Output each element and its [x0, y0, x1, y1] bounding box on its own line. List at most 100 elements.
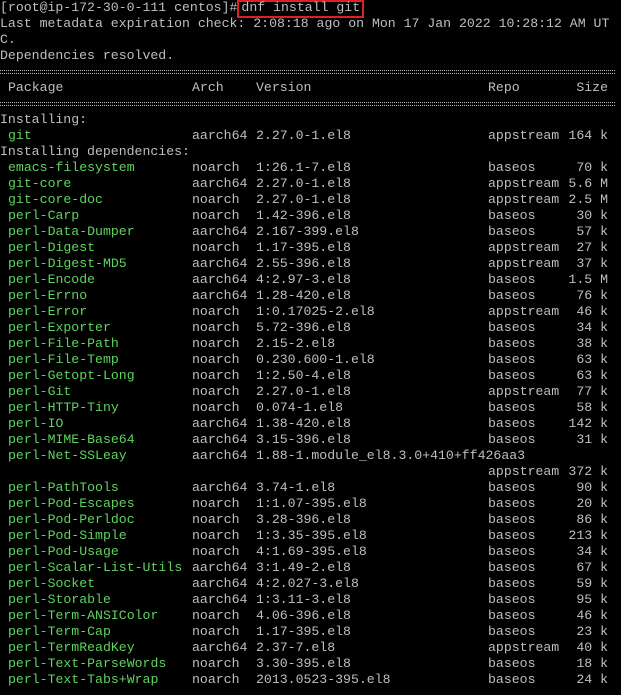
package-size: 70 k — [576, 160, 608, 175]
package-version: 2.27.0-1.el8 — [256, 128, 351, 143]
package-name: perl-Net-SSLeay — [8, 448, 127, 463]
package-repo: baseos — [488, 336, 536, 351]
metadata-line-wrap: C. — [0, 32, 16, 47]
package-arch: noarch — [192, 512, 240, 527]
table-row: perl-File-Path noarch 2.15-2.el8 baseos 38 k — [0, 336, 621, 352]
package-repo: baseos — [488, 416, 536, 431]
package-size: 40 k — [576, 640, 608, 655]
package-name: perl-Git — [8, 384, 72, 399]
package-arch: aarch64 — [192, 640, 248, 655]
table-row: perl-Encode aarch64 4:2.97-3.el8 baseos 1.5 … — [0, 272, 621, 288]
table-row: perl-Data-Dumper aarch64 2.167-399.el8 base… — [0, 224, 621, 240]
package-repo: baseos — [488, 512, 536, 527]
package-repo: appstream — [488, 128, 560, 143]
terminal-window[interactable]: [root@ip-172-30-0-111 centos]# dnf instal… — [0, 0, 621, 695]
package-version: 4:1.69-395.el8 — [256, 544, 367, 559]
package-version: 4:2.027-3.el8 — [256, 576, 359, 591]
package-version: 2.27.0-1.el8 — [256, 384, 351, 399]
package-name: perl-Carp — [8, 208, 80, 223]
package-version: 0.074-1.el8 — [256, 400, 344, 415]
package-repo: appstream — [488, 640, 560, 655]
package-version: 2.15-2.el8 — [256, 336, 336, 351]
package-name: perl-Pod-Perldoc — [8, 512, 135, 527]
table-row: perl-Exporter noarch 5.72-396.el8 baseos 34 … — [0, 320, 621, 336]
package-name: git-core — [8, 176, 72, 191]
package-arch: noarch — [192, 336, 240, 351]
package-name: perl-File-Temp — [8, 352, 119, 367]
table-row: perl-Pod-Simple noarch 1:3.35-395.el8 baseo… — [0, 528, 621, 544]
package-version: 1.42-396.el8 — [256, 208, 351, 223]
dependencies-label: Installing dependencies: — [0, 144, 190, 159]
package-size: 76 k — [576, 288, 608, 303]
package-repo: baseos — [488, 544, 536, 559]
shell-prompt: [root@ip-172-30-0-111 centos]# — [0, 0, 238, 15]
package-size: 77 k — [576, 384, 608, 399]
package-size: 18 k — [576, 656, 608, 671]
package-name: perl-Term-ANSIColor — [8, 608, 159, 623]
package-name: perl-Text-ParseWords — [8, 656, 167, 671]
package-repo: appstream — [488, 192, 560, 207]
table-row: perl-PathTools aarch64 3.74-1.el8 baseos 90 … — [0, 480, 621, 496]
package-size: 34 k — [576, 544, 608, 559]
package-size: 372 k — [568, 464, 608, 479]
package-name: perl-Scalar-List-Utils — [8, 560, 183, 575]
dependencies-resolved: Dependencies resolved. — [0, 48, 175, 63]
table-row: perl-Net-SSLeay aarch64 1.88-1.module_el8.… — [0, 448, 621, 464]
package-arch: aarch64 — [192, 256, 248, 271]
package-size: 86 k — [576, 512, 608, 527]
package-repo: baseos — [488, 656, 536, 671]
table-row: perl-HTTP-Tiny noarch 0.074-1.el8 baseos 58 … — [0, 400, 621, 416]
package-repo: baseos — [488, 368, 536, 383]
package-size: 164 k — [568, 128, 608, 143]
package-size: 20 k — [576, 496, 608, 511]
package-repo: baseos — [488, 288, 536, 303]
header-repo: Repo — [488, 80, 520, 95]
package-name: perl-Pod-Usage — [8, 544, 119, 559]
package-size: 24 k — [576, 672, 608, 687]
package-arch: aarch64 — [192, 176, 248, 191]
table-row: perl-Carp noarch 1.42-396.el8 baseos 30 k — [0, 208, 621, 224]
package-version: 2.167-399.el8 — [256, 224, 359, 239]
package-arch: noarch — [192, 368, 240, 383]
package-repo: appstream — [488, 176, 560, 191]
table-row: perl-Error noarch 1:0.17025-2.el8 appstream… — [0, 304, 621, 320]
package-arch: aarch64 — [192, 576, 248, 591]
package-version: 1:3.35-395.el8 — [256, 528, 367, 543]
package-size: 63 k — [576, 368, 608, 383]
package-arch: aarch64 — [192, 224, 248, 239]
package-repo: baseos — [488, 208, 536, 223]
package-name: git-core-doc — [8, 192, 103, 207]
package-name: perl-Getopt-Long — [8, 368, 135, 383]
package-size: 1.5 M — [568, 272, 608, 287]
installing-list: git aarch64 2.27.0-1.el8 appstream 164 k — [0, 128, 621, 144]
package-name: perl-Socket — [8, 576, 96, 591]
package-arch: noarch — [192, 384, 240, 399]
package-size: 27 k — [576, 240, 608, 255]
package-arch: noarch — [192, 192, 240, 207]
package-name: perl-Encode — [8, 272, 96, 287]
package-version: 3.15-396.el8 — [256, 432, 351, 447]
package-size: 59 k — [576, 576, 608, 591]
package-arch: noarch — [192, 528, 240, 543]
package-version: 2.27.0-1.el8 — [256, 192, 351, 207]
package-version: 2.37-7.el8 — [256, 640, 336, 655]
package-version: 4:2.97-3.el8 — [256, 272, 351, 287]
package-repo: baseos — [488, 400, 536, 415]
table-row: perl-Socket aarch64 4:2.027-3.el8 baseos 59 … — [0, 576, 621, 592]
package-arch: noarch — [192, 208, 240, 223]
package-arch: noarch — [192, 352, 240, 367]
installing-label: Installing: — [0, 112, 88, 127]
package-size: 2.5 M — [568, 192, 608, 207]
separator-header — [0, 96, 621, 112]
package-repo: appstream — [488, 464, 560, 479]
package-name: perl-HTTP-Tiny — [8, 400, 119, 415]
header-arch: Arch — [192, 80, 224, 95]
dependencies-list: emacs-filesystem noarch 1:26.1-7.el8 baseos… — [0, 160, 621, 688]
package-version: 3.74-1.el8 — [256, 480, 336, 495]
package-arch: aarch64 — [192, 432, 248, 447]
header-version: Version — [256, 80, 312, 95]
package-version: 1.17-395.el8 — [256, 240, 351, 255]
package-size: 46 k — [576, 608, 608, 623]
package-version: 1.88-1.module_el8.3.0+410+ff426aa3 — [256, 448, 526, 463]
package-version: 1.17-395.el8 — [256, 624, 351, 639]
